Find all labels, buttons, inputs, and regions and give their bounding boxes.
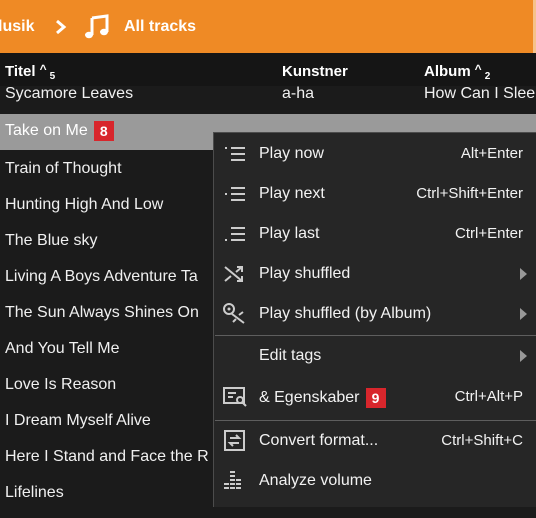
track-title: And You Tell Me <box>5 340 120 357</box>
track-title: Love Is Reason <box>5 376 117 393</box>
play-next-icon <box>225 187 245 201</box>
menu-item-shortcut: Alt+Enter <box>460 145 523 162</box>
submenu-arrow-icon <box>520 268 527 280</box>
menu-item-label: Analyze volume <box>259 472 372 489</box>
column-title-label: Titel <box>5 63 36 80</box>
track-table-header: Titel ^ 5 Kunstner Album ^ 2 <box>0 53 536 86</box>
music-note-icon <box>85 14 109 39</box>
menu-item-play-shuffled[interactable]: Play shuffled <box>214 254 536 294</box>
track-title: Sycamore Leaves <box>5 85 134 102</box>
menu-item-label: Edit tags <box>259 347 322 364</box>
menu-item-label: Play shuffled <box>259 265 351 282</box>
menu-item-play-shuffled-by-album[interactable]: Play shuffled (by Album) <box>214 294 536 334</box>
play-last-icon <box>225 227 245 241</box>
callout-badge: 8 <box>93 121 114 141</box>
sort-indicator-icon: ^ <box>474 62 482 76</box>
context-menu: Play now Alt+Enter Play next Ctrl+Shift+… <box>213 132 536 507</box>
shuffle-album-icon <box>223 303 245 324</box>
column-header-title[interactable]: Titel ^ 5 <box>5 62 56 82</box>
menu-item-shortcut: Ctrl+Shift+C <box>441 432 523 449</box>
menu-item-play-next[interactable]: Play next Ctrl+Shift+Enter <box>214 174 536 214</box>
convert-icon <box>224 430 245 451</box>
menu-item-label: Convert format... <box>259 432 379 449</box>
sort-indicator-icon: ^ <box>39 62 47 76</box>
track-title: The Blue sky <box>5 232 98 249</box>
menu-item-label: & Egenskaber 9 <box>259 388 386 408</box>
track-title: Here I Stand and Face the R <box>5 448 209 465</box>
track-title: Hunting High And Low <box>5 196 164 213</box>
menu-item-label: Play next <box>259 185 325 202</box>
sort-index: 2 <box>484 71 491 82</box>
track-title: The Sun Always Shines On <box>5 304 199 321</box>
breadcrumb-root[interactable]: lusik <box>0 18 34 36</box>
play-now-icon <box>225 147 245 161</box>
table-row[interactable]: Sycamore Leaves a-ha How Can I Slee <box>0 85 536 110</box>
track-album: How Can I Slee <box>424 85 536 102</box>
track-title: I Dream Myself Alive <box>5 412 151 429</box>
track-title: Take on Me 8 <box>5 121 114 141</box>
shuffle-icon <box>224 266 243 282</box>
column-header-album[interactable]: Album ^ 2 <box>424 62 491 82</box>
submenu-arrow-icon <box>520 350 527 362</box>
menu-item-label: Play now <box>259 145 324 162</box>
analyze-volume-icon <box>224 471 241 489</box>
track-title: Train of Thought <box>5 160 122 177</box>
column-header-artist[interactable]: Kunstner <box>282 63 348 80</box>
callout-badge: 9 <box>365 388 386 408</box>
column-album-label: Album <box>424 63 471 80</box>
properties-icon <box>223 387 247 407</box>
menu-item-label: Play shuffled (by Album) <box>259 305 432 322</box>
breadcrumb-current[interactable]: All tracks <box>124 18 196 36</box>
menu-item-play-last[interactable]: Play last Ctrl+Enter <box>214 214 536 254</box>
menu-item-play-now[interactable]: Play now Alt+Enter <box>214 134 536 174</box>
menu-item-analyze-volume[interactable]: Analyze volume <box>214 461 536 501</box>
chevron-right-icon <box>56 19 67 35</box>
menu-item-properties[interactable]: & Egenskaber 9 Ctrl+Alt+P <box>214 377 536 417</box>
track-title: Living A Boys Adventure Ta <box>5 268 198 285</box>
submenu-arrow-icon <box>520 308 527 320</box>
menu-item-label: Play last <box>259 225 320 242</box>
menu-item-shortcut: Ctrl+Enter <box>455 225 523 242</box>
menu-item-shortcut: Ctrl+Alt+P <box>454 388 523 405</box>
breadcrumb-bar: lusik All tracks <box>0 0 536 53</box>
track-artist: a-ha <box>282 85 315 102</box>
menu-item-convert-format[interactable]: Convert format... Ctrl+Shift+C <box>214 421 536 461</box>
sort-index: 5 <box>49 71 56 82</box>
column-artist-label: Kunstner <box>282 63 348 80</box>
menu-item-shortcut: Ctrl+Shift+Enter <box>416 185 523 202</box>
menu-item-edit-tags[interactable]: Edit tags <box>214 336 536 376</box>
track-title: Lifelines <box>5 484 64 501</box>
